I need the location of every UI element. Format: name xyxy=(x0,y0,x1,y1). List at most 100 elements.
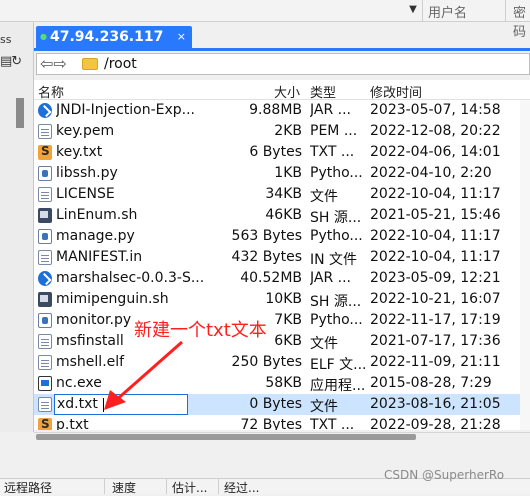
file-size: 34KB xyxy=(265,186,302,202)
file-modified: 2022-12-08, 20:22 xyxy=(370,123,501,139)
close-icon[interactable]: × xyxy=(177,26,186,48)
file-size: 46KB xyxy=(265,207,302,223)
jar-file-icon xyxy=(38,271,52,286)
column-header-modified[interactable]: 修改时间 xyxy=(370,82,422,101)
column-header-name[interactable]: 名称 xyxy=(38,82,64,101)
username-column-header[interactable]: 用户名 xyxy=(428,2,467,21)
left-scrollbar-thumb[interactable] xyxy=(16,98,24,128)
doc-file-icon xyxy=(38,124,52,139)
column-divider xyxy=(505,0,506,22)
folder-icon xyxy=(82,58,98,70)
column-divider xyxy=(166,478,167,494)
txt-file-icon xyxy=(38,144,52,160)
file-name: LICENSE xyxy=(56,186,115,202)
watermark: CSDN @SuperherRo xyxy=(384,468,505,482)
txt-file-icon xyxy=(38,417,52,430)
file-type: SH 源... xyxy=(310,294,362,310)
jar-file-icon xyxy=(38,103,52,118)
tab-remote-server[interactable]: ● 47.94.236.117 × xyxy=(36,26,192,48)
file-name: libssh.py xyxy=(56,165,118,181)
file-modified: 2022-09-28, 21:28 xyxy=(370,417,501,430)
file-type: 文件 xyxy=(310,399,338,415)
local-tab-fragment[interactable]: ss xyxy=(0,30,30,50)
rename-input-value: xd.txt xyxy=(57,396,98,412)
file-name: MANIFEST.in xyxy=(56,249,143,265)
file-size: 72 Bytes xyxy=(240,417,302,430)
doc-file-icon xyxy=(38,355,52,370)
file-type: TXT ... xyxy=(310,144,355,160)
py-file-icon xyxy=(38,229,52,244)
column-divider xyxy=(104,478,105,494)
current-path[interactable]: /root xyxy=(104,56,137,72)
file-type: IN 文件 xyxy=(310,252,358,268)
file-name: JNDI-Injection-Exp... xyxy=(56,102,196,118)
file-size: 6 Bytes xyxy=(249,144,302,160)
transfer-col-remote-path[interactable]: 远程路径 xyxy=(4,479,52,496)
file-modified: 2022-04-10, 2:20 xyxy=(370,165,492,181)
transfer-col-elapsed[interactable]: 经过... xyxy=(224,479,259,496)
file-row[interactable]: marshalsec-0.0.3-S... 40.52MB JAR ... 2023-… xyxy=(34,268,530,289)
file-size: 58KB xyxy=(265,375,302,391)
file-modified: 2022-10-21, 16:07 xyxy=(370,291,501,307)
connected-status-icon: ● xyxy=(40,32,47,41)
file-size: 10KB xyxy=(265,291,302,307)
doc-file-icon xyxy=(38,397,52,412)
tab-underline xyxy=(34,48,530,51)
file-name: manage.py xyxy=(56,228,135,244)
column-header-type[interactable]: 类型 xyxy=(310,82,336,101)
file-list-scrollbar[interactable] xyxy=(520,100,530,430)
file-modified: 2022-11-09, 21:11 xyxy=(370,354,501,370)
file-row[interactable]: key.pem 2KB PEM ... 2022-12-08, 20:22 xyxy=(34,121,530,142)
file-modified: 2021-07-17, 17:36 xyxy=(370,333,501,349)
back-forward-arrows-icon[interactable]: ⇦⇨ xyxy=(40,55,80,73)
exe-file-icon xyxy=(38,376,52,391)
file-modified: 2022-10-04, 11:17 xyxy=(370,249,501,265)
file-row[interactable]: key.txt 6 Bytes TXT ... 2022-04-06, 14:01 xyxy=(34,142,530,163)
file-name: marshalsec-0.0.3-S... xyxy=(56,270,205,286)
file-modified: 2021-05-21, 15:46 xyxy=(370,207,501,223)
file-type: Pytho... xyxy=(310,165,363,181)
sh-file-icon xyxy=(38,292,52,307)
file-modified: 2023-05-07, 14:58 xyxy=(370,102,501,118)
file-name: key.txt xyxy=(56,144,103,160)
file-row[interactable]: JNDI-Injection-Exp... 9.88MB JAR ... 2023-0… xyxy=(34,100,530,121)
file-modified: 2015-08-28, 7:29 xyxy=(370,375,492,391)
column-divider xyxy=(422,0,423,22)
file-type: PEM ... xyxy=(310,123,358,139)
file-row[interactable]: MANIFEST.in 432 Bytes IN 文件 2022-10-04, 11:… xyxy=(34,247,530,268)
file-row[interactable]: mimipenguin.sh 10KB SH 源... 2022-10-21, 16:… xyxy=(34,289,530,310)
file-size: 7KB xyxy=(274,312,302,328)
py-file-icon xyxy=(38,166,52,181)
refresh-icon[interactable]: ▤↻ xyxy=(0,54,32,74)
file-row[interactable]: LinEnum.sh 46KB SH 源... 2021-05-21, 15:46 xyxy=(34,205,530,226)
file-type: 文件 xyxy=(310,189,338,205)
chevron-down-icon[interactable]: ▼ xyxy=(405,2,421,18)
column-divider xyxy=(218,478,219,494)
file-row[interactable]: p.txt 72 Bytes TXT ... 2022-09-28, 21:28 xyxy=(34,415,530,430)
file-row[interactable]: LICENSE 34KB 文件 2022-10-04, 11:17 xyxy=(34,184,530,205)
file-row[interactable]: libssh.py 1KB Pytho... 2022-04-10, 2:20 xyxy=(34,163,530,184)
file-row[interactable]: monitor.py 7KB Pytho... 2022-11-17, 17:19 xyxy=(34,310,530,331)
transfer-col-estimate[interactable]: 估计... xyxy=(172,479,207,496)
file-row[interactable]: manage.py 563 Bytes Pytho... 2022-10-04, 11… xyxy=(34,226,530,247)
file-size: 40.52MB xyxy=(240,270,302,286)
file-type: TXT ... xyxy=(310,417,355,430)
file-size: 9.88MB xyxy=(249,102,302,118)
file-name: mimipenguin.sh xyxy=(56,291,169,307)
column-header-size[interactable]: 大小 xyxy=(274,82,300,101)
file-size: 563 Bytes xyxy=(231,228,302,244)
horizontal-scrollbar-thumb[interactable] xyxy=(36,434,416,440)
file-modified: 2023-08-16, 21:05 xyxy=(370,396,501,412)
transfer-col-speed[interactable]: 速度 xyxy=(112,479,136,496)
file-size: 2KB xyxy=(274,123,302,139)
doc-file-icon xyxy=(38,187,52,202)
file-modified: 2022-11-17, 17:19 xyxy=(370,312,501,328)
sh-file-icon xyxy=(38,208,52,223)
file-type: JAR ... xyxy=(310,270,351,286)
file-name: LinEnum.sh xyxy=(56,207,138,223)
file-type: ELF 文... xyxy=(310,357,367,373)
file-type: Pytho... xyxy=(310,312,363,328)
file-size: 0 Bytes xyxy=(249,396,302,412)
annotation-arrow xyxy=(104,340,183,410)
password-column-header[interactable]: 密码 xyxy=(513,2,530,40)
